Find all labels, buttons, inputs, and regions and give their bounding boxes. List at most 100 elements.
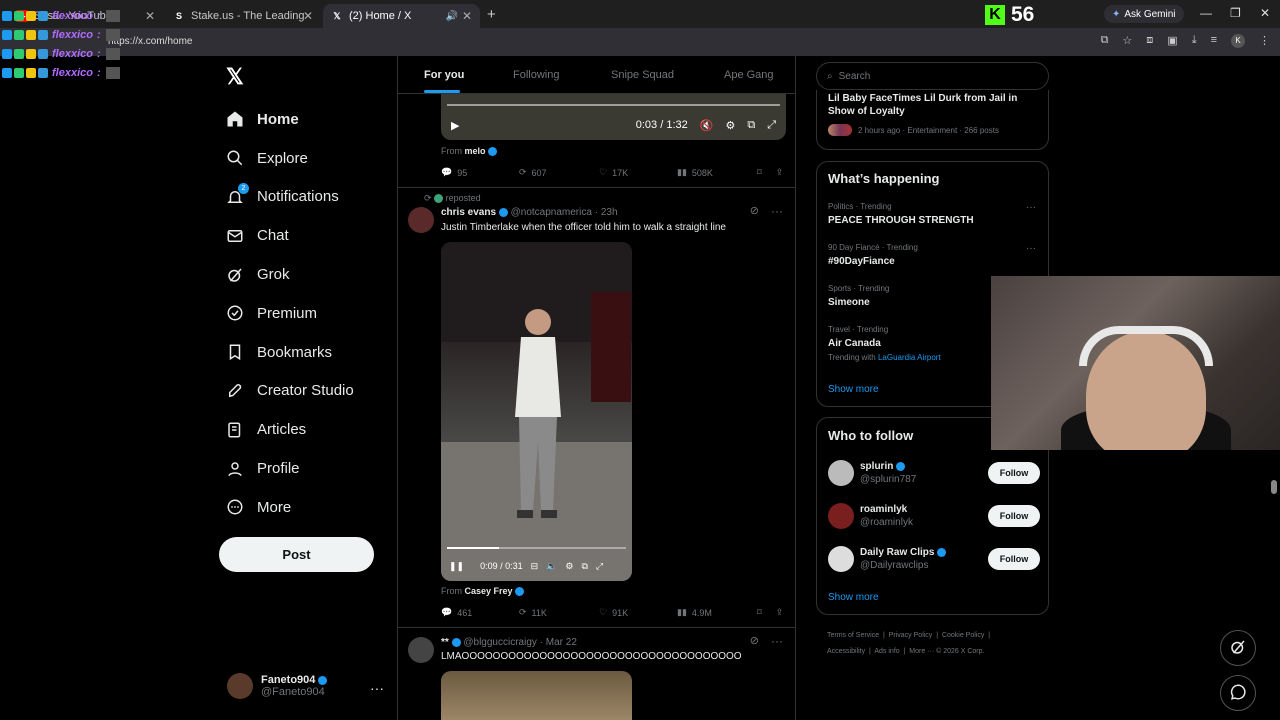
pip-icon[interactable]: ⧉ [581,561,587,572]
follow-suggestion[interactable]: splurin @splurin787 Follow [828,460,1040,486]
post-button[interactable]: Post [219,537,374,572]
close-tab-icon[interactable]: ✕ [462,9,472,23]
post-time[interactable]: 23h [601,207,618,218]
ask-gemini-button[interactable]: ✦ Ask Gemini [1104,5,1184,23]
nav-item-bookmarks[interactable]: Bookmarks [226,333,354,372]
bookmark-button[interactable]: ⌑ [757,167,762,178]
restore-icon[interactable]: ❐ [1230,6,1241,20]
pause-icon[interactable]: ❚❚ [449,561,464,572]
post-media[interactable] [441,671,632,720]
avatar[interactable] [408,637,434,663]
more-dots-icon[interactable]: ··· [1026,202,1036,213]
nav-item-creator-studio[interactable]: Creator Studio [226,372,354,411]
close-window-icon[interactable]: ✕ [1260,6,1270,20]
more-dots-icon[interactable]: ··· [1026,243,1036,254]
url-field[interactable]: https://x.com/home [108,36,192,47]
author-handle[interactable]: @notcapnamerica [511,207,592,218]
fullscreen-icon[interactable]: ⤢ [596,561,603,572]
author-name[interactable]: chris evans [441,207,496,218]
show-more-link[interactable]: Show more [828,384,879,395]
show-more-link[interactable]: Show more [828,592,879,603]
source-name[interactable]: Casey Frey [465,586,513,596]
nav-item-explore[interactable]: Explore [226,139,354,178]
post-time[interactable]: Mar 22 [546,637,577,648]
messages-floating-button[interactable] [1220,675,1256,711]
settings-icon[interactable]: ⚙ [565,561,573,572]
repost-button[interactable]: ⟳ 11K [519,607,599,618]
browser-tab-x[interactable]: 𝕏 (2) Home / X 🔊 ✕ [323,4,480,28]
play-icon[interactable]: ▶ [451,119,459,132]
views-button[interactable]: ▮▮ 508K [677,167,757,178]
new-tab-icon[interactable]: + [487,6,496,23]
trend-item[interactable]: Politics · Trending PEACE THROUGH STRENG… [828,202,974,226]
nav-item-grok[interactable]: Grok [226,255,354,294]
footer-ads-info[interactable]: Ads info [874,648,899,655]
nav-item-profile[interactable]: Profile [226,449,354,488]
repost-button[interactable]: ⟳ 607 [519,167,599,178]
follow-button[interactable]: Follow [988,505,1040,527]
footer-more[interactable]: More ··· [909,648,934,655]
more-dots-icon[interactable]: ··· [370,680,384,696]
footer-terms[interactable]: Terms of Service [827,632,879,639]
speaker-icon[interactable]: 🔊 [446,11,458,22]
cast-icon[interactable]: ⧉ [1101,34,1109,48]
close-tab-icon[interactable]: ✕ [145,9,155,23]
volume-icon[interactable]: 🔈 [546,561,557,572]
like-button[interactable]: ♡ 17K [599,167,677,178]
follow-button[interactable]: Follow [988,548,1040,570]
mute-icon[interactable]: 🔇 [700,119,714,132]
views-button[interactable]: ▮▮ 4.9M [677,607,757,618]
pip-icon[interactable]: ⧉ [747,119,755,132]
video-progress-bar[interactable] [447,547,626,549]
search-field[interactable]: ⌕ Search [816,62,1049,90]
author-name[interactable]: ** [441,637,449,648]
trend-item[interactable]: 90 Day Fiancé · Trending #90DayFiance [828,243,918,267]
close-tab-icon[interactable]: ✕ [303,9,313,23]
tab-snipe-squad[interactable]: Snipe Squad [611,69,674,81]
account-switcher[interactable]: Faneto904 @Faneto904 [227,673,328,699]
nav-item-premium[interactable]: Premium [226,294,354,333]
bookmark-button[interactable]: ⌑ [757,607,762,618]
trend-item[interactable]: Sports · Trending Simeone [828,284,889,308]
footer-privacy[interactable]: Privacy Policy [889,632,933,639]
extensions-icon[interactable]: ⧈ [1146,34,1153,48]
more-dots-icon[interactable]: ··· [771,204,783,218]
top-story-card[interactable]: Lil Baby FaceTimes Lil Durk from Jail in… [816,90,1049,150]
trend-item[interactable]: Travel · Trending Air Canada Trending wi… [828,325,941,362]
profile-avatar-icon[interactable]: K [1231,34,1245,48]
nav-item-notifications[interactable]: 2 Notifications [226,178,354,217]
download-icon[interactable]: ⤓ [1192,34,1197,48]
reply-button[interactable]: 💬 461 [441,607,519,618]
browser-tab-stake[interactable]: S Stake.us - The Leading Social C... ✕ [165,4,321,28]
fullscreen-icon[interactable]: ⤢ [767,119,776,132]
star-icon[interactable]: ☆ [1122,34,1132,48]
grok-floating-button[interactable] [1220,630,1256,666]
nav-item-chat[interactable]: Chat [226,216,354,255]
captions-icon[interactable]: ⊟ [531,561,539,572]
follow-suggestion[interactable]: roaminlyk @roaminlyk Follow [828,503,1040,529]
settings-icon[interactable]: ⚙ [725,119,735,132]
tab-following[interactable]: Following [513,69,559,81]
footer-cookies[interactable]: Cookie Policy [942,632,984,639]
video-progress-bar[interactable] [447,104,780,106]
share-button[interactable]: ⇪ [776,167,784,178]
nav-item-home[interactable]: Home [226,100,354,139]
grok-post-icon[interactable]: ⊘ [750,204,759,217]
video-player[interactable]: ▶ 0:03 / 1:32 🔇 ⚙ ⧉ ⤢ [441,94,786,140]
share-button[interactable]: ⇪ [776,607,784,618]
trend-with-link[interactable]: LaGuardia Airport [878,353,941,362]
nav-item-more[interactable]: More [226,488,354,527]
minimize-icon[interactable]: — [1200,6,1212,20]
sidebar-icon[interactable]: ▣ [1167,34,1177,48]
follow-suggestion[interactable]: Daily Raw Clips @Dailyrawclips Follow [828,546,1040,572]
more-dots-icon[interactable]: ··· [771,634,783,648]
video-player[interactable]: ❚❚ 0:09 / 0:31 ⊟ 🔈 ⚙ ⧉ ⤢ [441,242,632,581]
like-button[interactable]: ♡ 91K [599,607,677,618]
avatar[interactable] [408,207,434,233]
nav-item-articles[interactable]: Articles [226,410,354,449]
tab-for-you[interactable]: For you [424,69,464,81]
author-handle[interactable]: @blgguccicraigy [463,637,537,648]
grok-post-icon[interactable]: ⊘ [750,634,759,647]
reply-button[interactable]: 💬 95 [441,167,519,178]
x-logo-icon[interactable]: 𝕏 [226,64,244,90]
